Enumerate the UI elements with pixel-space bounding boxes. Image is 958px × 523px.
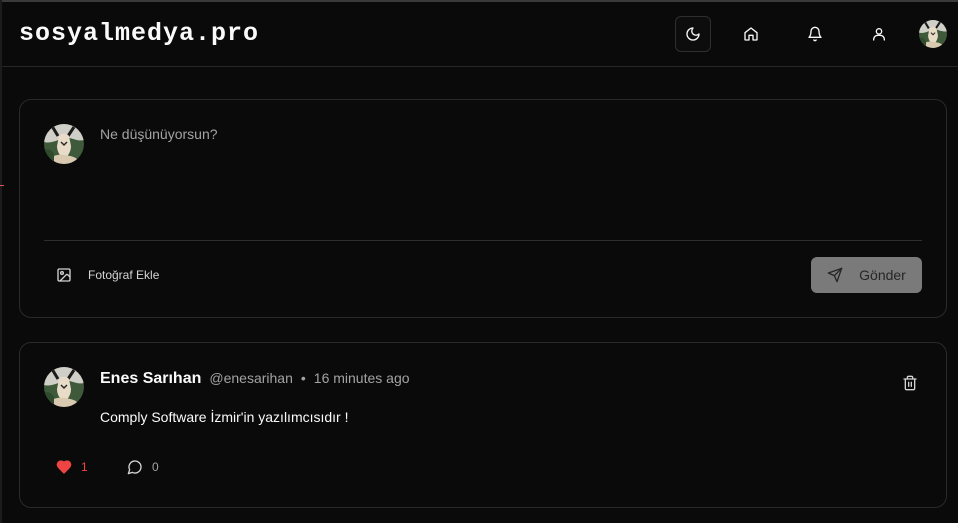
edge-marker (0, 185, 4, 186)
post-textarea[interactable] (100, 126, 920, 226)
post-composer: Fotoğraf Ekle Gönder (19, 99, 947, 318)
post-card: Enes Sarıhan @enesarihan • 16 minutes ag… (19, 342, 947, 508)
brand-logo[interactable]: sosyalmedya.pro (19, 19, 259, 48)
user-avatar[interactable] (919, 20, 947, 48)
user-icon (873, 28, 885, 41)
post-separator: • (300, 370, 306, 386)
avatar-image (919, 20, 947, 48)
post-author-name[interactable]: Enes Sarıhan (100, 370, 201, 388)
delete-post-button[interactable] (898, 371, 922, 395)
top-navbar: sosyalmedya.pro (2, 2, 958, 67)
home-button[interactable] (733, 16, 769, 52)
comment-button[interactable]: 0 (127, 453, 159, 481)
send-button[interactable]: Gönder (811, 257, 922, 293)
bell-icon (808, 26, 822, 42)
heart-icon (56, 460, 72, 474)
like-count: 1 (81, 460, 88, 474)
window-left-edge (0, 0, 2, 523)
image-icon (57, 268, 71, 282)
send-label: Gönder (859, 267, 906, 283)
home-icon (744, 27, 758, 41)
comment-icon (127, 460, 142, 475)
add-photo-label: Fotoğraf Ekle (88, 268, 160, 282)
theme-toggle-button[interactable] (675, 16, 711, 52)
like-button[interactable]: 1 (56, 453, 88, 481)
composer-divider (44, 240, 922, 241)
add-photo-button[interactable]: Fotoğraf Ekle (44, 258, 171, 292)
post-author-avatar[interactable] (44, 367, 84, 407)
moon-icon (686, 27, 700, 41)
comment-count: 0 (152, 460, 159, 474)
profile-button[interactable] (861, 16, 897, 52)
post-timestamp: 16 minutes ago (313, 370, 410, 386)
send-icon (827, 267, 843, 283)
avatar-image (44, 124, 84, 164)
avatar-image (44, 367, 84, 407)
composer-avatar (44, 124, 84, 164)
post-author-handle[interactable]: @enesarihan (209, 370, 293, 386)
post-body: Comply Software İzmir'in yazılımcısıdır … (100, 409, 349, 425)
post-header: Enes Sarıhan @enesarihan • 16 minutes ag… (100, 370, 410, 388)
trash-icon (903, 375, 917, 391)
notifications-button[interactable] (797, 16, 833, 52)
